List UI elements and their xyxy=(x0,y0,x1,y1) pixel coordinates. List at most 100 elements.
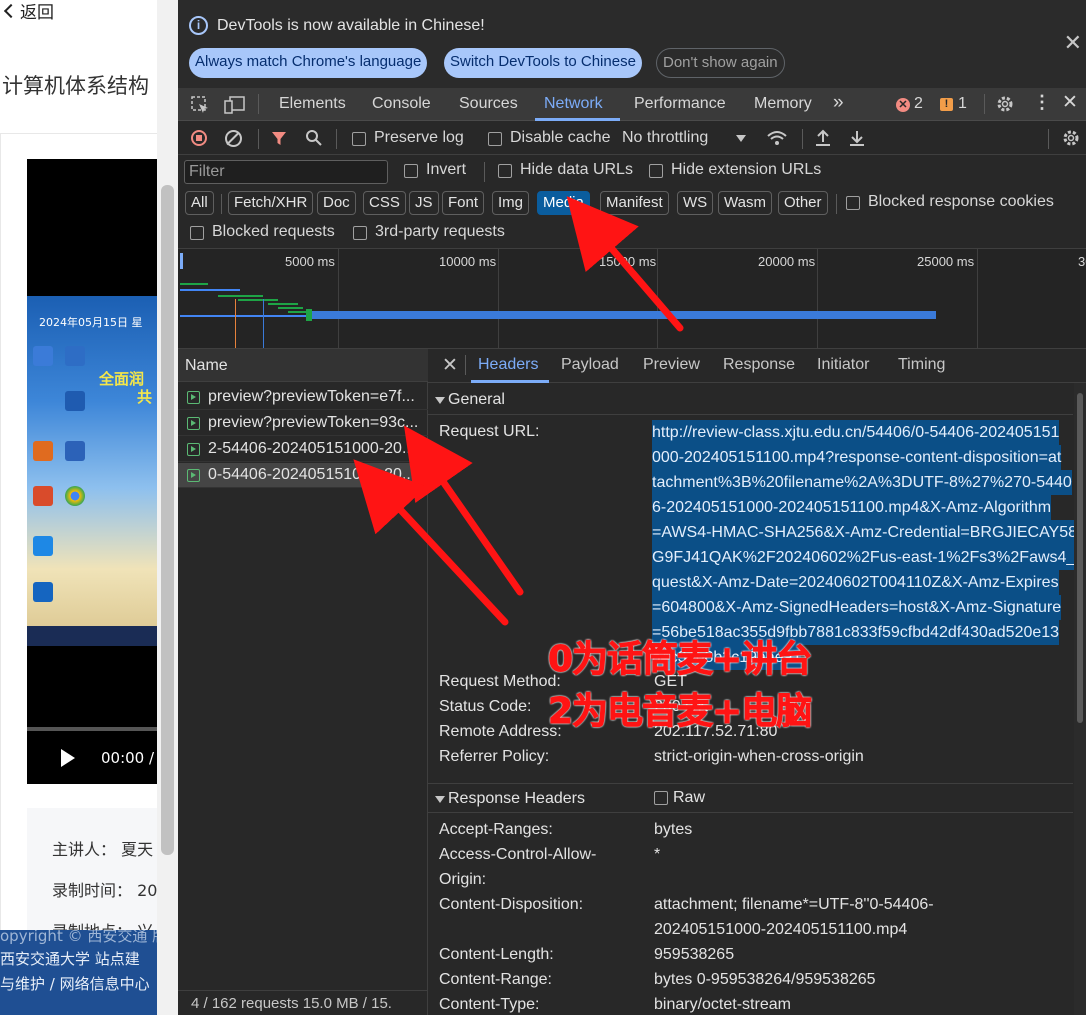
desktop-icon xyxy=(33,536,53,556)
type-filter-fetch-xhr[interactable]: Fetch/XHR xyxy=(228,191,314,215)
settings-gear-icon[interactable] xyxy=(995,94,1015,114)
clear-icon[interactable] xyxy=(225,130,242,147)
response-headers-section-header[interactable]: Response Headers xyxy=(428,783,1073,813)
play-icon[interactable] xyxy=(61,749,75,767)
chevron-down-icon xyxy=(435,796,445,803)
tab-payload[interactable]: Payload xyxy=(561,356,619,374)
detail-scrollbar-thumb[interactable] xyxy=(1077,393,1083,723)
video-slogan-2: 共 xyxy=(137,388,153,406)
export-har-icon[interactable] xyxy=(848,128,866,148)
type-filter-other[interactable]: Other xyxy=(778,191,828,215)
type-filter-all[interactable]: All xyxy=(185,191,214,215)
video-player[interactable]: 2024年05月15日 星 全面润 共 00:00 / xyxy=(27,159,162,784)
request-list: Name preview?previewToken=e7f... preview… xyxy=(178,349,428,1015)
request-url-line[interactable]: http://review-class.xjtu.edu.cn/54406/0-… xyxy=(652,420,1060,445)
tab-headers[interactable]: Headers xyxy=(478,356,538,374)
request-row[interactable]: preview?previewToken=93c... xyxy=(178,411,428,436)
warning-count[interactable]: 1 xyxy=(958,95,967,113)
video-progress-bar[interactable] xyxy=(27,727,162,731)
network-conditions-icon[interactable] xyxy=(766,128,790,148)
tab-initiator[interactable]: Initiator xyxy=(817,356,869,374)
switch-to-chinese-button[interactable]: Switch DevTools to Chinese xyxy=(444,48,642,78)
referrer-policy-value: strict-origin-when-cross-origin xyxy=(654,748,864,765)
kebab-menu-icon[interactable]: ⋮ xyxy=(1033,92,1051,113)
request-url-line[interactable]: quest&X-Amz-Date=20240602T004110Z&X-Amz-… xyxy=(652,570,1059,595)
disable-cache-checkbox[interactable] xyxy=(488,132,502,146)
page-scrollbar-thumb[interactable] xyxy=(161,185,174,855)
third-party-requests-checkbox[interactable] xyxy=(353,226,367,240)
always-match-language-button[interactable]: Always match Chrome's language xyxy=(189,48,428,78)
tab-network[interactable]: Network xyxy=(544,95,603,113)
request-url-line[interactable]: =604800&X-Amz-SignedHeaders=host&X-Amz-S… xyxy=(652,595,1062,620)
type-filter-font[interactable]: Font xyxy=(442,191,485,215)
request-row[interactable]: 2-54406-202405151000-20... xyxy=(178,437,428,462)
network-overview-timeline[interactable]: 5000 ms 10000 ms 15000 ms 20000 ms 25000… xyxy=(178,249,1086,349)
error-icon[interactable]: ✕ xyxy=(896,98,910,112)
type-filter-js[interactable]: JS xyxy=(409,191,439,215)
type-filter-css[interactable]: CSS xyxy=(363,191,406,215)
invert-checkbox[interactable] xyxy=(404,164,418,178)
more-tabs-icon[interactable]: » xyxy=(833,92,844,114)
close-detail-icon[interactable]: ✕ xyxy=(442,354,458,377)
blocked-requests-checkbox[interactable] xyxy=(190,226,204,240)
request-url-line[interactable]: 6-202405151000-202405151100.mp4&X-Amz-Al… xyxy=(652,495,1052,520)
close-devtools-icon[interactable]: ✕ xyxy=(1062,91,1078,114)
hide-data-urls-checkbox[interactable] xyxy=(498,164,512,178)
content-range-label: Content-Range: xyxy=(439,971,552,988)
general-section-header[interactable]: General xyxy=(428,385,1073,415)
detail-scrollbar[interactable] xyxy=(1074,383,1086,1015)
device-toolbar-icon[interactable] xyxy=(224,95,246,115)
request-url-line[interactable]: 000-202405151100.mp4?response-content-di… xyxy=(652,445,1062,470)
content-length-label: Content-Length: xyxy=(439,946,554,963)
type-filter-manifest[interactable]: Manifest xyxy=(600,191,669,215)
dont-show-again-button[interactable]: Don't show again xyxy=(656,48,785,78)
request-url-label: Request URL: xyxy=(439,423,540,440)
request-url-line[interactable]: tachment%3B%20filename%2A%3DUTF-8%27%270… xyxy=(652,470,1072,495)
chevron-down-icon[interactable] xyxy=(736,135,746,142)
request-url-line[interactable]: G9FJ41QAK%2F20240602%2Fus-east-1%2Fs3%2F… xyxy=(652,545,1086,570)
footer-line-2: 西安交通大学 站点建 xyxy=(0,950,140,968)
type-filter-media[interactable]: Media xyxy=(537,191,590,215)
raw-checkbox[interactable] xyxy=(654,791,668,805)
error-count[interactable]: 2 xyxy=(914,95,923,113)
accept-ranges-value: bytes xyxy=(654,821,693,838)
search-icon[interactable] xyxy=(305,129,323,147)
tick-label: 20000 ms xyxy=(758,254,816,269)
tab-memory[interactable]: Memory xyxy=(754,95,812,113)
record-stop-icon[interactable] xyxy=(191,130,207,146)
footer-copyright: opyright © 西安交通 版权所 xyxy=(0,930,157,945)
tab-sources[interactable]: Sources xyxy=(459,95,518,113)
network-settings-gear-icon[interactable] xyxy=(1061,128,1081,148)
filter-funnel-icon[interactable] xyxy=(271,130,287,146)
throttling-select[interactable]: No throttling xyxy=(622,129,708,147)
timeline-handle[interactable] xyxy=(180,253,183,269)
hide-extension-urls-checkbox[interactable] xyxy=(649,164,663,178)
type-filter-wasm[interactable]: Wasm xyxy=(718,191,772,215)
tick-label: 10000 ms xyxy=(439,254,497,269)
warning-icon[interactable]: ! xyxy=(940,98,953,111)
close-icon[interactable]: ✕ xyxy=(1064,30,1082,56)
inspect-element-icon[interactable] xyxy=(190,95,210,115)
filter-input[interactable]: Filter xyxy=(184,160,388,184)
blocked-response-cookies-checkbox[interactable] xyxy=(846,196,860,210)
type-filter-doc[interactable]: Doc xyxy=(317,191,356,215)
type-filter-img[interactable]: Img xyxy=(492,191,530,215)
desktop-icon xyxy=(65,391,85,411)
request-url-line[interactable]: =AWS4-HMAC-SHA256&X-Amz-Credential=BRGJI… xyxy=(652,520,1078,545)
third-party-requests-label: 3rd-party requests xyxy=(375,223,505,240)
request-row-selected[interactable]: 0-54406-202405151000-20... xyxy=(178,463,428,488)
webpage-panel: 返回 计算机体系结构 2024年05月15日 星 全面润 共 00:00 / 主… xyxy=(0,0,178,1015)
preserve-log-checkbox[interactable] xyxy=(352,132,366,146)
tab-response[interactable]: Response xyxy=(723,356,795,374)
import-har-icon[interactable] xyxy=(814,128,832,148)
tab-timing[interactable]: Timing xyxy=(898,356,945,374)
page-scrollbar[interactable] xyxy=(157,0,178,1015)
back-link[interactable]: 返回 xyxy=(2,0,54,23)
type-filter-ws[interactable]: WS xyxy=(677,191,714,215)
request-row[interactable]: preview?previewToken=e7f... xyxy=(178,385,428,410)
tab-console[interactable]: Console xyxy=(372,95,431,113)
tab-elements[interactable]: Elements xyxy=(279,95,346,113)
name-column-header[interactable]: Name xyxy=(178,349,428,382)
tab-performance[interactable]: Performance xyxy=(634,95,726,113)
tab-preview[interactable]: Preview xyxy=(643,356,700,374)
